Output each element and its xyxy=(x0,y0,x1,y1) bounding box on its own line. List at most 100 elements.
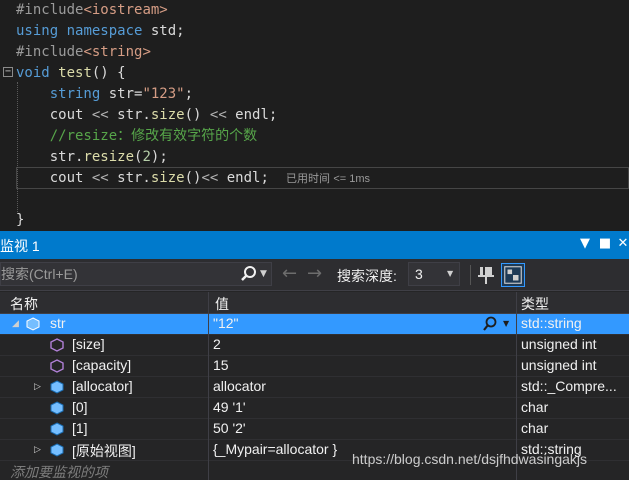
code-line[interactable]: cout << str.size() << endl; xyxy=(0,105,629,126)
code-line[interactable]: using namespace std; xyxy=(0,21,629,42)
code-token: cout xyxy=(16,107,92,123)
column-header-value[interactable]: 值 xyxy=(215,294,229,314)
code-line[interactable]: str.resize(2); xyxy=(0,147,629,168)
code-token: << xyxy=(91,107,109,123)
elapsed-time-hint: 已用时间 <= 1ms xyxy=(286,170,370,186)
watch-window: 监视 1 ▼ ■ ✕ ▼ ← → 搜索深度: 3 ▼ xyxy=(0,231,629,480)
object-icon xyxy=(50,422,64,436)
object-icon xyxy=(50,443,64,457)
code-token: <string> xyxy=(83,44,151,60)
code-token: void xyxy=(16,65,50,81)
watch-name-cell: [1] xyxy=(72,420,88,436)
code-token: () xyxy=(184,107,210,123)
watch-titlebar[interactable]: 监视 1 ▼ ■ ✕ xyxy=(0,231,629,259)
watch-value-cell[interactable]: 49 '1' xyxy=(213,399,483,415)
watch-type-cell: unsigned int xyxy=(521,336,597,352)
watch-title: 监视 1 xyxy=(0,238,40,254)
watch-value-cell[interactable]: 2 xyxy=(213,336,483,352)
toolbar-divider xyxy=(470,265,471,285)
expand-arrow-icon[interactable]: ▷ xyxy=(34,444,44,456)
code-token: str= xyxy=(100,86,143,102)
code-token: endl; xyxy=(218,170,269,186)
watch-row[interactable]: [1] 50 '2' char xyxy=(0,419,629,440)
search-input[interactable] xyxy=(1,265,231,283)
watch-type-cell: char xyxy=(521,399,549,415)
watch-value-cell[interactable]: 50 '2' xyxy=(213,420,483,436)
watermark-url: https://blog.csdn.net/dsjfhdwasingakjs xyxy=(352,451,588,467)
close-icon[interactable]: ✕ xyxy=(615,235,629,253)
visualizer-icon[interactable] xyxy=(482,316,498,332)
code-token: str. xyxy=(16,149,84,165)
watch-row[interactable]: ▷ [allocator] allocator std::_Compre... xyxy=(0,377,629,398)
chevron-down-icon[interactable]: ▼ xyxy=(503,316,513,332)
hex-display-icon[interactable] xyxy=(501,263,525,287)
search-box[interactable]: ▼ xyxy=(0,262,272,286)
watch-row[interactable]: [capacity] 15 unsigned int xyxy=(0,356,629,377)
maximize-icon[interactable]: ■ xyxy=(597,235,613,253)
elapsed-time-label: 已用时间 xyxy=(286,173,330,185)
code-token: << xyxy=(201,170,219,186)
code-token: } xyxy=(16,212,25,228)
column-header-name[interactable]: 名称 xyxy=(10,294,38,314)
search-back-icon[interactable]: ← xyxy=(282,265,302,283)
watch-type-cell: char xyxy=(521,420,549,436)
code-line[interactable]: #include<string> xyxy=(0,42,629,63)
code-token: namespace xyxy=(66,23,143,39)
column-header-type[interactable]: 类型 xyxy=(521,294,549,314)
search-forward-icon[interactable]: → xyxy=(307,265,327,283)
chevron-down-icon: ▼ xyxy=(447,269,454,278)
code-token: string xyxy=(49,86,101,102)
property-icon xyxy=(50,359,64,373)
search-depth-label: 搜索深度: xyxy=(337,268,397,284)
watch-value-cell[interactable]: 15 xyxy=(213,357,483,373)
property-icon xyxy=(50,338,64,352)
code-token: cout xyxy=(16,170,92,186)
code-editor[interactable]: − #include<iostream> using namespace std;… xyxy=(0,0,629,231)
watch-value-cell[interactable]: allocator xyxy=(213,378,483,394)
code-token: str. xyxy=(108,170,151,186)
add-watch-hint[interactable]: 添加要监视的项 xyxy=(10,462,108,480)
code-line[interactable]: //resize：修改有效字符的个数 xyxy=(0,126,629,147)
pin-icon[interactable] xyxy=(474,263,498,287)
search-icon[interactable] xyxy=(239,265,259,283)
watch-row[interactable]: [size] 2 unsigned int xyxy=(0,335,629,356)
code-line[interactable] xyxy=(0,189,629,210)
code-token: resize xyxy=(83,149,135,165)
code-token: "123" xyxy=(142,86,185,102)
code-token: size xyxy=(150,107,185,123)
code-token: <iostream> xyxy=(83,2,168,18)
code-token: //resize：修改有效字符的个数 xyxy=(16,128,258,144)
watch-name-cell: [capacity] xyxy=(72,357,132,373)
object-icon xyxy=(50,380,64,394)
code-token: size xyxy=(150,170,185,186)
watch-toolbar: ▼ ← → 搜索深度: 3 ▼ xyxy=(0,259,629,291)
watch-name-cell: [allocator] xyxy=(72,378,133,394)
watch-row[interactable]: [0] 49 '1' char xyxy=(0,398,629,419)
expand-arrow-icon[interactable]: ▷ xyxy=(34,381,44,393)
code-token: << xyxy=(209,107,227,123)
code-token: () { xyxy=(91,65,126,81)
watch-row-selected[interactable]: ◢ str "12" ▼ std::string xyxy=(0,314,629,335)
code-line[interactable]: } xyxy=(0,210,629,231)
code-token: endl; xyxy=(226,107,278,123)
code-token: #include xyxy=(16,2,84,18)
code-token: ); xyxy=(150,149,168,165)
watch-name-cell: [原始视图] xyxy=(72,443,136,459)
window-menu-icon[interactable]: ▼ xyxy=(577,235,593,253)
object-icon xyxy=(26,317,40,331)
column-divider[interactable] xyxy=(208,292,209,480)
watch-value-cell[interactable]: "12" xyxy=(213,315,483,331)
search-depth-select[interactable]: 3 ▼ xyxy=(408,262,460,286)
elapsed-time-value: <= 1ms xyxy=(333,173,371,185)
collapse-arrow-icon[interactable]: ◢ xyxy=(12,318,22,330)
code-line[interactable]: void test() { xyxy=(0,63,629,84)
code-line[interactable]: #include<iostream> xyxy=(0,0,629,21)
search-depth-value: 3 xyxy=(415,266,423,282)
watch-type-cell: std::string xyxy=(521,315,582,331)
code-token: std; xyxy=(142,23,185,39)
chevron-down-icon[interactable]: ▼ xyxy=(260,265,272,283)
code-line[interactable]: string str="123"; xyxy=(0,84,629,105)
